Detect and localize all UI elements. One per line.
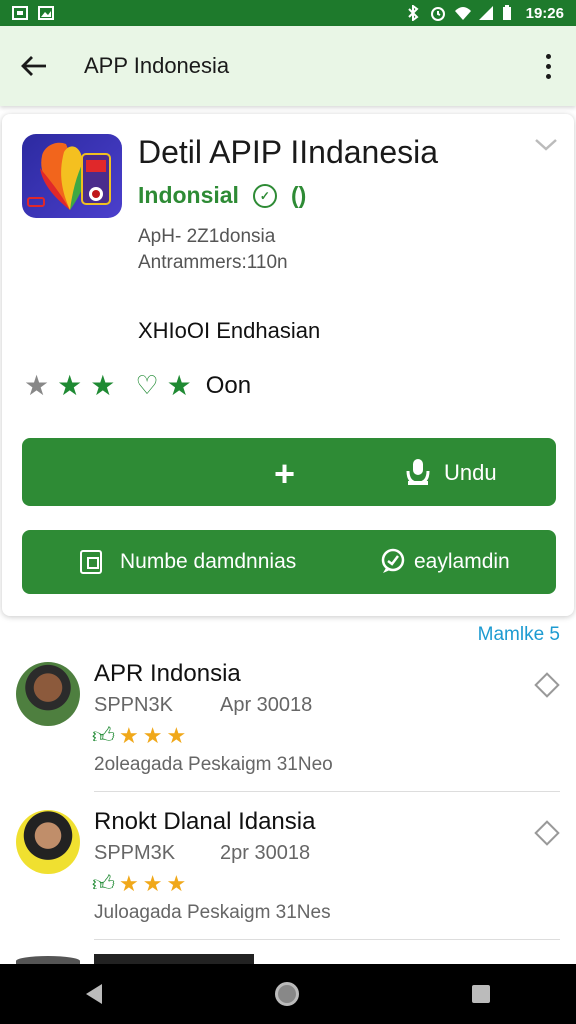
chevron-down-icon[interactable] <box>534 138 558 157</box>
star-icon: ★ <box>166 722 187 748</box>
app-detail-title: Detil APIP IIndanesia <box>138 134 439 170</box>
status-bar: 19:26 <box>0 0 576 26</box>
review-date: Apr 30018 <box>220 694 313 716</box>
wishlist-label[interactable]: Numbe damdnnias <box>120 550 296 574</box>
back-arrow-icon[interactable] <box>6 38 62 94</box>
app-meta-line1: ApH- 2Z1donsia <box>138 226 276 247</box>
thumbs-up-icon[interactable]: 👍︎ <box>92 722 115 749</box>
diamond-icon[interactable] <box>534 820 560 846</box>
nav-recents-icon[interactable] <box>471 985 490 1003</box>
app-bar: APP Indonesia <box>0 26 576 106</box>
list-item-partial <box>0 946 576 966</box>
nav-home-icon[interactable] <box>274 982 299 1006</box>
review-author: APR Indonsia <box>94 660 241 687</box>
app-category: XHIoOI Endhasian <box>138 318 321 343</box>
list-item[interactable]: Rnokt Dlanal Idansia SPPM3K 2pr 30018 👍︎… <box>0 800 576 940</box>
app-logo-icon <box>22 134 122 218</box>
list-item[interactable]: APR Indonsia SPPN3K Apr 30018 👍︎ ★ ★ ★ 2… <box>0 652 576 792</box>
developer-name[interactable]: Indonsial <box>138 182 239 209</box>
star-icon: ★ <box>142 722 163 748</box>
rating-count: Oon <box>205 371 252 399</box>
star-icon: ★ <box>142 870 163 896</box>
bookmark-icon <box>80 550 102 574</box>
wishlist-share-bar[interactable]: Numbe damdnnias eaylamdin <box>22 530 556 594</box>
review-rating: 👍︎ ★ ★ ★ <box>92 870 186 897</box>
developer-mark: () <box>290 182 307 208</box>
star-icon: ★ <box>166 369 192 401</box>
avatar <box>16 662 80 726</box>
star-icon: ★ <box>90 369 116 401</box>
divider <box>94 939 560 940</box>
rating-row: ★ ★ ★ ♡ ★ Oon <box>24 370 251 401</box>
review-author: Rnokt Dlanal Idansia <box>94 808 316 835</box>
share-label[interactable]: eaylamdin <box>414 550 510 574</box>
star-icon: ★ <box>119 870 139 896</box>
install-button[interactable]: + Undu <box>22 438 556 506</box>
review-sub: SPPN3K <box>94 694 173 716</box>
more-reviews-link[interactable]: Mamlke 5 <box>478 624 560 646</box>
image-notification-icon <box>38 5 54 21</box>
plus-icon: + <box>274 453 296 494</box>
app-detail-card: Detil APIP IIndanesia Indonsial ✓ () ApH… <box>2 114 574 616</box>
download-icon <box>404 457 432 492</box>
thumbs-up-icon[interactable]: 👍︎ <box>92 870 115 897</box>
wifi-icon <box>454 5 471 21</box>
battery-icon <box>502 5 518 21</box>
alarm-icon <box>430 5 446 21</box>
avatar <box>16 810 80 874</box>
review-desc: Juloagada Peskaigm 31Nes <box>94 902 331 923</box>
review-sub: SPPM3K <box>94 842 176 864</box>
star-icon: ★ <box>24 369 50 401</box>
signal-icon <box>478 5 494 21</box>
heart-icon[interactable]: ♡ <box>135 370 158 401</box>
divider <box>94 791 560 792</box>
system-nav-bar <box>0 964 576 1024</box>
review-rating: 👍︎ ★ ★ ★ <box>92 722 186 749</box>
verified-icon: ✓ <box>252 183 277 208</box>
app-bar-title: APP Indonesia <box>84 53 230 78</box>
chat-icon[interactable] <box>380 548 406 579</box>
install-label: Undu <box>444 460 497 485</box>
bluetooth-icon <box>406 4 422 22</box>
developer-row[interactable]: Indonsial ✓ () <box>138 182 306 209</box>
app-meta-line2: Antrammers:110n <box>138 252 288 273</box>
nav-back-icon[interactable] <box>86 984 103 1004</box>
star-icon: ★ <box>166 870 187 896</box>
more-options-icon[interactable] <box>528 38 568 94</box>
diamond-icon[interactable] <box>534 672 560 698</box>
review-date: 2pr 30018 <box>220 842 311 864</box>
star-icon: ★ <box>119 722 139 748</box>
status-time: 19:26 <box>525 4 564 22</box>
screenshot-notification-icon <box>12 5 28 21</box>
star-icon: ★ <box>57 369 83 401</box>
review-desc: 2oleagada Peskaigm 31Neo <box>94 754 333 775</box>
